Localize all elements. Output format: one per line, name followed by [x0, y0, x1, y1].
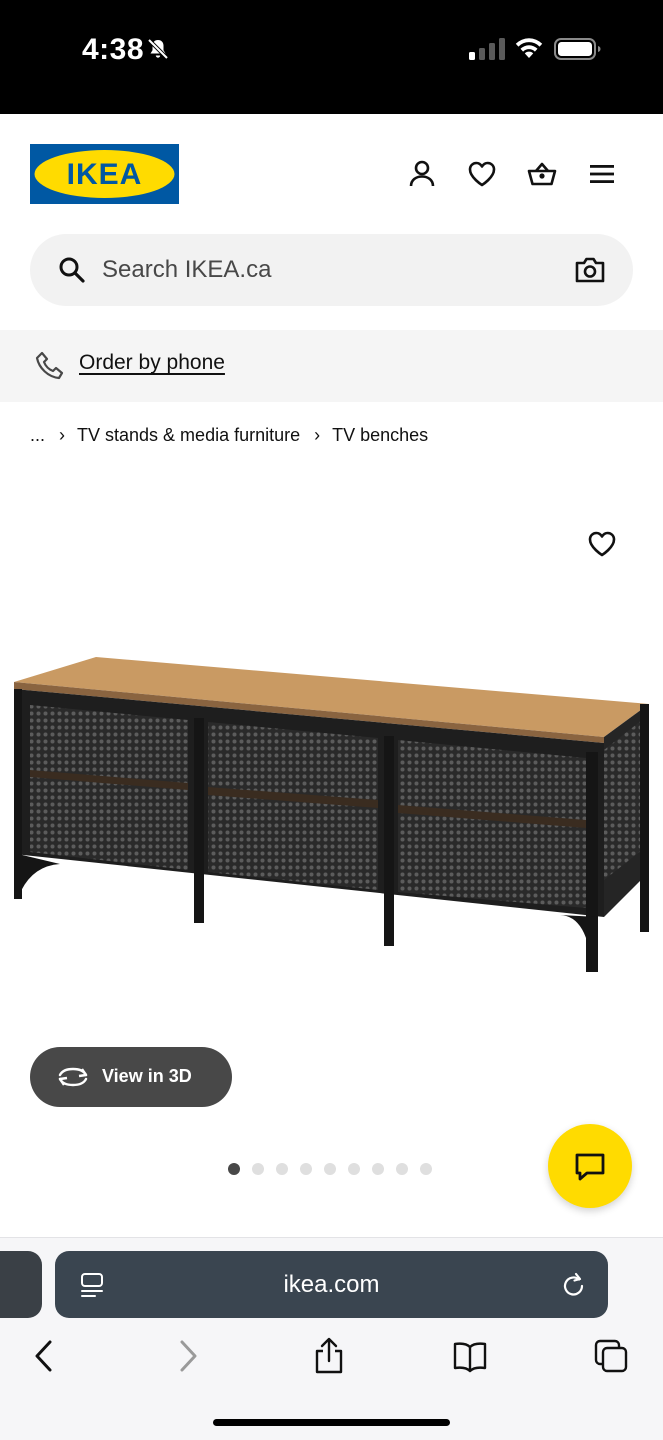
breadcrumb-item-tv-benches[interactable]: TV benches — [332, 425, 428, 446]
chevron-right-icon: › — [59, 424, 66, 445]
rotate-3d-icon — [58, 1067, 88, 1087]
search-icon[interactable] — [58, 256, 86, 284]
wifi-icon — [515, 38, 543, 58]
chat-icon — [575, 1153, 605, 1181]
url-text[interactable]: ikea.com — [55, 1271, 608, 1299]
home-indicator — [213, 1419, 450, 1426]
menu-icon[interactable] — [586, 158, 618, 190]
back-icon[interactable] — [26, 1337, 62, 1375]
chat-button[interactable] — [548, 1124, 632, 1208]
battery-icon — [554, 38, 601, 60]
breadcrumb: ... › TV stands & media furniture › TV b… — [30, 423, 428, 447]
carousel-dot[interactable] — [396, 1163, 408, 1175]
view-in-3d-button[interactable]: View in 3D — [30, 1047, 232, 1107]
favourites-icon[interactable] — [466, 158, 498, 190]
status-bar: 4:38 — [0, 0, 663, 114]
previous-tab-preview[interactable] — [0, 1251, 42, 1318]
view-in-3d-label: View in 3D — [102, 1066, 192, 1086]
carousel-dot[interactable] — [252, 1163, 264, 1175]
carousel-dot[interactable] — [228, 1163, 240, 1175]
carousel-dot[interactable] — [276, 1163, 288, 1175]
phone-icon — [35, 351, 64, 380]
order-by-phone-banner: Order by phone — [0, 330, 663, 402]
forward-icon[interactable] — [170, 1337, 206, 1375]
carousel-dot[interactable] — [348, 1163, 360, 1175]
camera-search-icon[interactable] — [574, 256, 606, 284]
breadcrumb-ellipsis[interactable]: ... — [30, 425, 45, 446]
breadcrumb-item-tv-stands[interactable]: TV stands & media furniture — [77, 425, 300, 446]
bookmarks-icon[interactable] — [452, 1337, 488, 1375]
account-icon[interactable] — [406, 158, 438, 190]
carousel-dot[interactable] — [300, 1163, 312, 1175]
tabs-icon[interactable] — [593, 1337, 629, 1375]
status-time: 4:38 — [82, 33, 145, 66]
add-to-favourites-icon[interactable] — [586, 528, 618, 560]
reload-icon[interactable] — [561, 1271, 587, 1299]
carousel-dot[interactable] — [324, 1163, 336, 1175]
bell-muted-icon — [147, 38, 169, 60]
cart-icon[interactable] — [526, 158, 558, 190]
image-carousel-dots — [228, 1163, 432, 1175]
address-bar[interactable]: ikea.com — [55, 1251, 608, 1318]
carousel-dot[interactable] — [420, 1163, 432, 1175]
search-input[interactable] — [102, 248, 542, 292]
share-icon[interactable] — [311, 1337, 347, 1375]
svg-text:IKEA: IKEA — [67, 158, 143, 191]
product-image[interactable] — [0, 640, 663, 980]
chevron-right-icon: › — [314, 424, 321, 445]
cellular-signal-icon — [469, 38, 505, 60]
search-bar[interactable] — [30, 234, 633, 306]
ikea-logo[interactable]: IKEA — [30, 144, 179, 204]
carousel-dot[interactable] — [372, 1163, 384, 1175]
order-by-phone-link[interactable]: Order by phone — [79, 351, 225, 375]
